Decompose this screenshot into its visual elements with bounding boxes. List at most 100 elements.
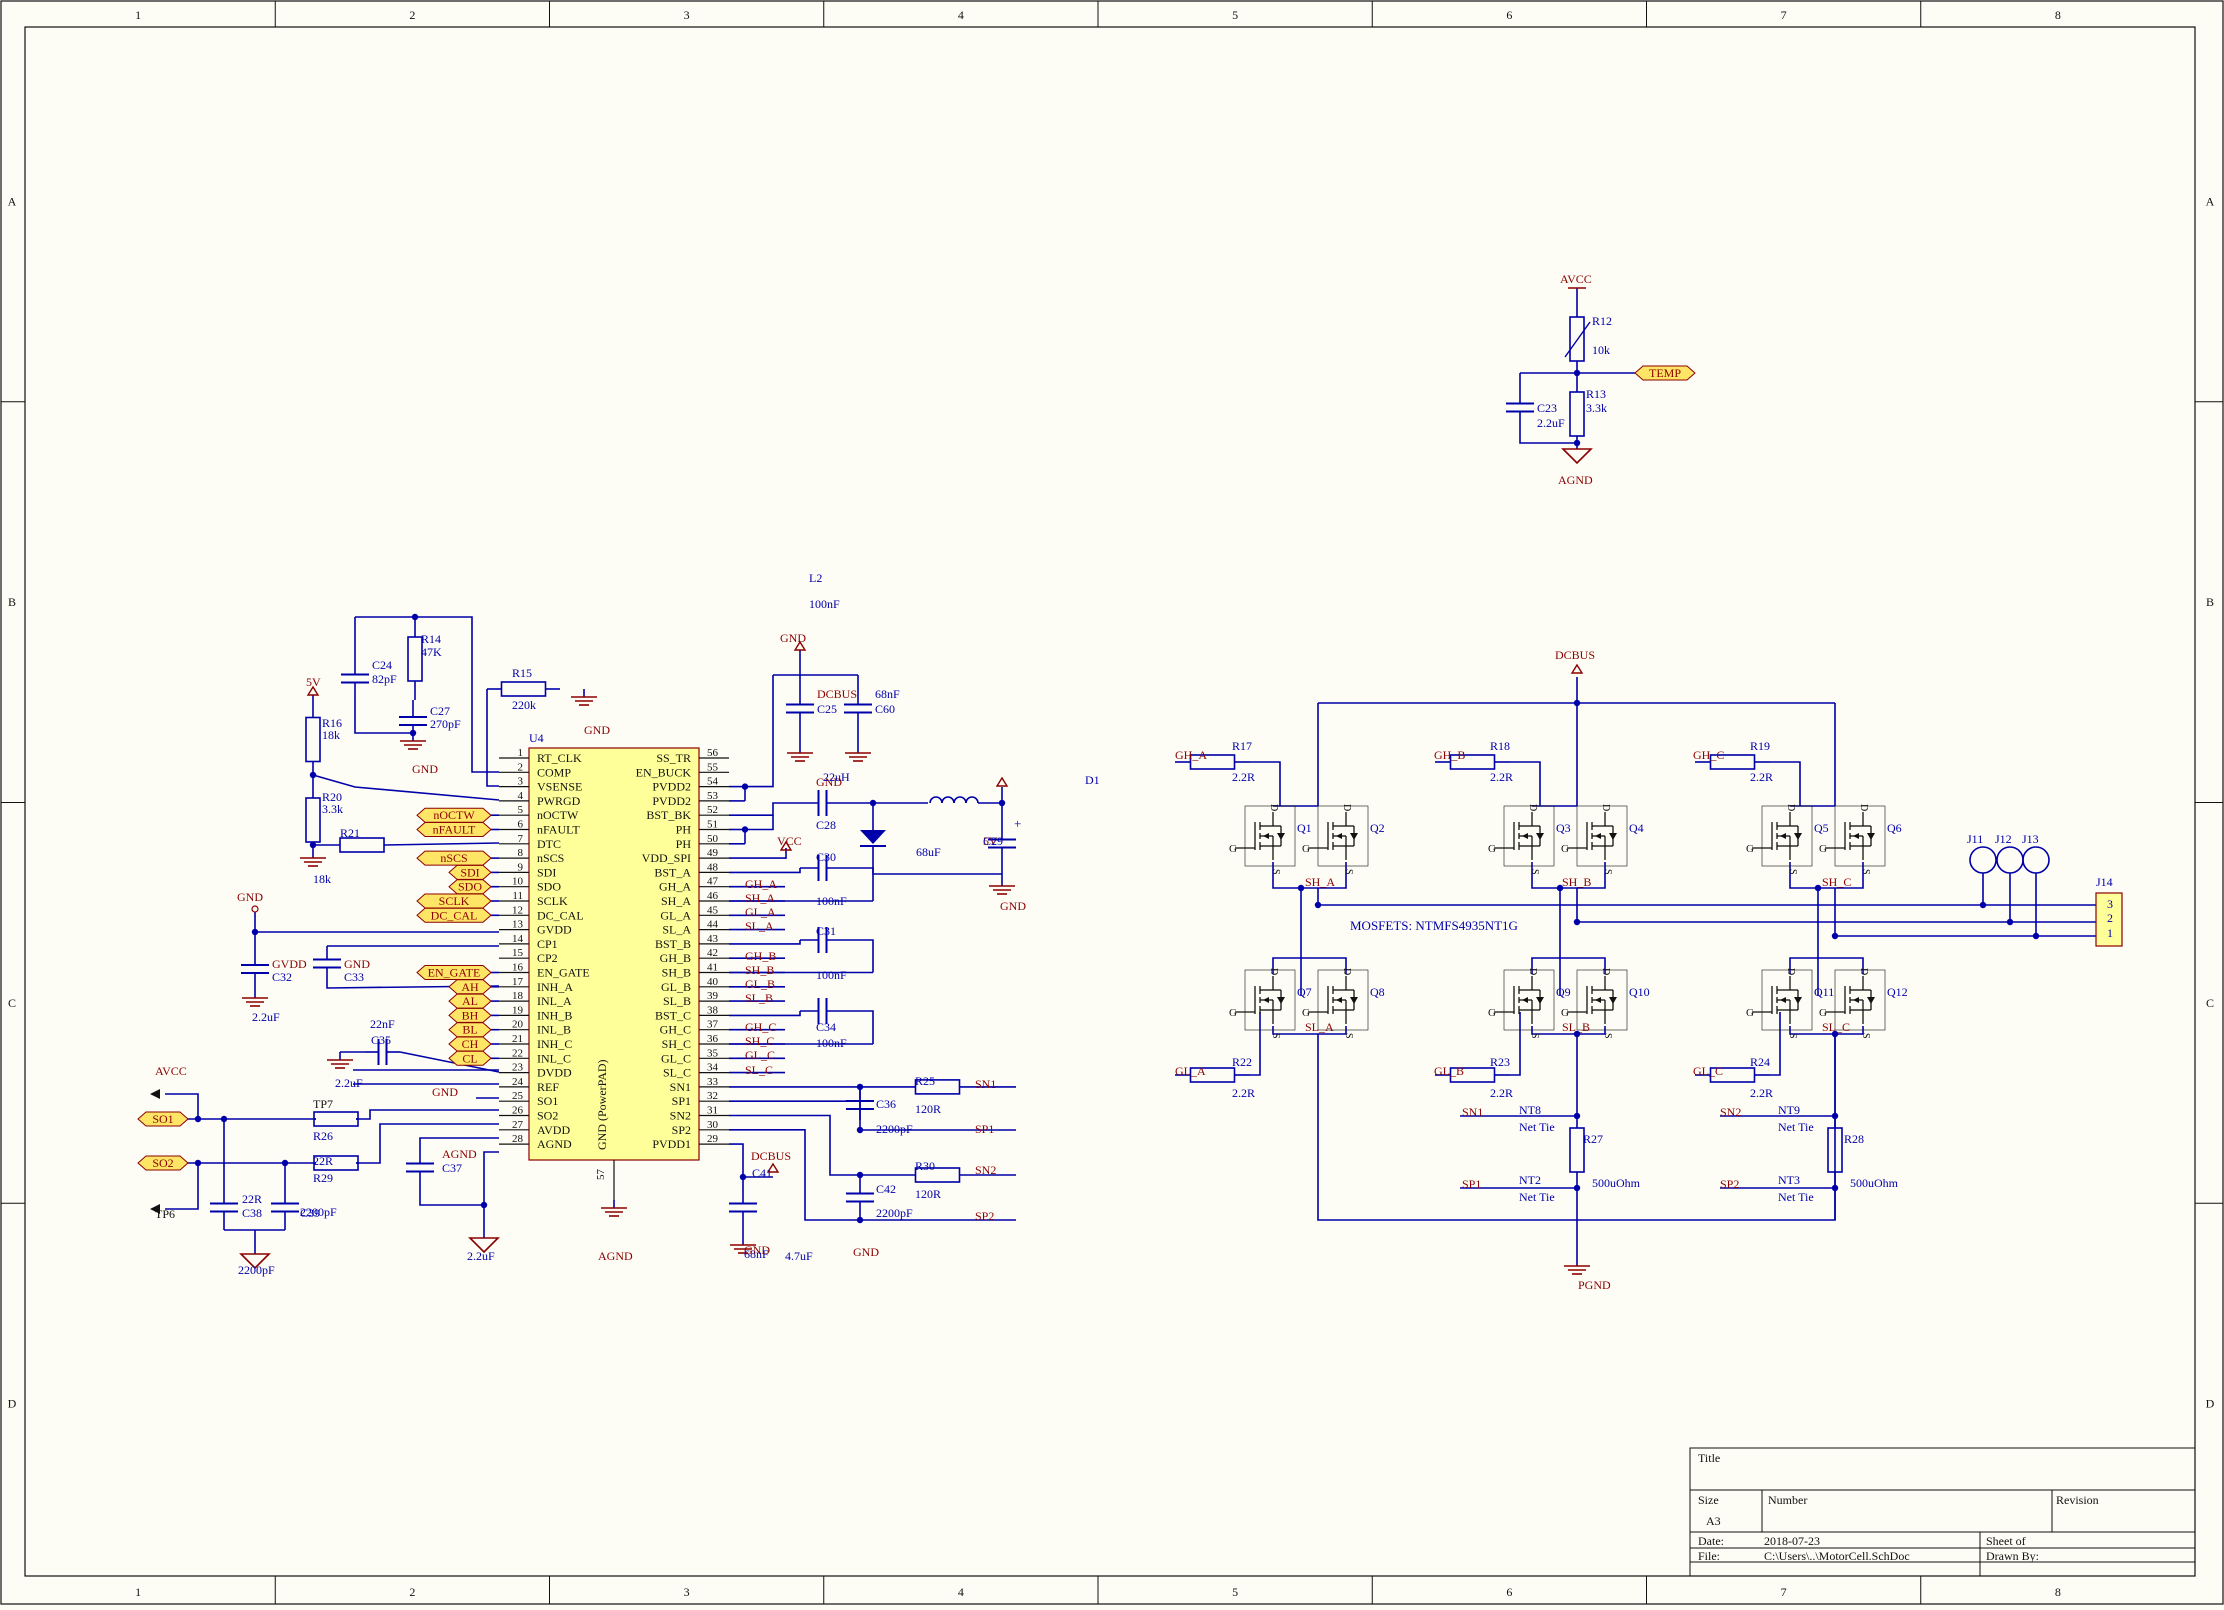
- mosfet-pin-d: D: [1268, 968, 1279, 975]
- ic-pin-number: 48: [707, 861, 719, 873]
- label-68uf: 68uF: [916, 845, 941, 859]
- label-gh-c: GH_C: [1693, 748, 1724, 762]
- junction-dot: [1556, 884, 1564, 892]
- file-value: C:\Users\..\MotorCell.SchDoc: [1764, 1549, 1910, 1563]
- label-220k: 220k: [512, 698, 536, 712]
- ic-pin-name: SO2: [537, 1109, 558, 1123]
- ic-pin-number: 46: [707, 890, 719, 902]
- label-r23: R23: [1490, 1055, 1510, 1069]
- label-r19: R19: [1750, 739, 1770, 753]
- zone-column-label: 5: [1232, 1585, 1238, 1599]
- zone-column-label: 4: [958, 1585, 964, 1599]
- port-ch-label: CH: [462, 1037, 479, 1051]
- label-2200pf: 2200pF: [238, 1263, 275, 1277]
- label-sh-a: SH_A: [1305, 875, 1335, 889]
- label-c35: C35: [371, 1033, 391, 1047]
- mosfet-pin-s: S: [1787, 1033, 1798, 1039]
- label-r12: R12: [1592, 314, 1612, 328]
- label-gnd: GND: [412, 762, 438, 776]
- port-bh-label: BH: [462, 1008, 479, 1022]
- ic-pin-name: SCLK: [537, 894, 568, 908]
- label-sl-a: SL_A: [745, 919, 774, 933]
- ic-pin-number: 12: [512, 904, 523, 916]
- size-label: Size: [1698, 1493, 1719, 1507]
- label-2-2r: 2.2R: [1232, 770, 1255, 784]
- label-nt2: NT2: [1519, 1173, 1541, 1187]
- label-c31: C31: [816, 924, 836, 938]
- zone-column-label: 8: [2055, 8, 2061, 22]
- ic-pin-name: DC_CAL: [537, 908, 584, 922]
- zone-column-label: 7: [1781, 8, 1787, 22]
- mosfet-designator: Q3: [1556, 821, 1571, 835]
- mosfet-pin-g: G: [1819, 1007, 1827, 1019]
- ic-pin-number: 23: [512, 1062, 524, 1074]
- label-18k: 18k: [313, 872, 331, 886]
- label-sp2: SP2: [1720, 1177, 1739, 1191]
- label-gl-a: GL_A: [745, 905, 776, 919]
- label-gvdd: GVDD: [272, 957, 307, 971]
- label-gnd: GND: [1000, 899, 1026, 913]
- label-2-2r: 2.2R: [1490, 770, 1513, 784]
- label-net-tie: Net Tie: [1778, 1120, 1814, 1134]
- mosfet-pin-d: D: [1527, 968, 1538, 975]
- ic-pin-number: 52: [707, 804, 718, 816]
- mosfet-pin-g: G: [1746, 843, 1754, 855]
- ic-pin-name: AVDD: [537, 1123, 570, 1137]
- ic-pin-number: 9: [518, 861, 524, 873]
- ic-pin-number: 38: [707, 1004, 719, 1016]
- label-47k: 47K: [421, 645, 442, 659]
- label-3-3k: 3.3k: [1586, 401, 1607, 415]
- label-j11: J11: [1967, 832, 1983, 846]
- ic-pin-number: 33: [707, 1076, 719, 1088]
- label-2-2uf: 2.2uF: [252, 1010, 280, 1024]
- junction-dot: [480, 1201, 488, 1209]
- ic-pin-name: CP1: [537, 937, 558, 951]
- port-al-label: AL: [462, 994, 478, 1008]
- label-2-2r: 2.2R: [1232, 1086, 1255, 1100]
- label-22r: 22R: [313, 1154, 333, 1168]
- junction-dot: [1831, 932, 1839, 940]
- junction-dot: [856, 1126, 864, 1134]
- mosfet-designator: Q2: [1370, 821, 1385, 835]
- junction-dot: [869, 799, 877, 807]
- label-gh-a: GH_A: [745, 877, 777, 891]
- junction-dot: [411, 613, 419, 621]
- label-2200pf: 2200pF: [876, 1122, 913, 1136]
- label-c37: C37: [442, 1161, 462, 1175]
- ic-pin-number: 1: [518, 747, 524, 759]
- port-dc-cal-label: DC_CAL: [431, 908, 478, 922]
- mosfet-designator: Q5: [1814, 821, 1829, 835]
- ic-u4: U4 GND (PowerPAD) 1 RT_CLK 2 COMP 3 VSENSE 4 PWRG…: [499, 731, 729, 1200]
- label-gl-b: GL_B: [1434, 1064, 1464, 1078]
- label-tp7: TP7: [313, 1097, 333, 1111]
- label-net-tie: Net Tie: [1519, 1120, 1555, 1134]
- ic-pin-number: 34: [707, 1062, 719, 1074]
- label-gl-c: GL_C: [1693, 1064, 1723, 1078]
- mosfet-pin-g: G: [1229, 843, 1237, 855]
- ic-pin-name: GL_C: [661, 1051, 691, 1065]
- mosfet-pin-g: G: [1561, 1007, 1569, 1019]
- zone-row-label: A: [8, 194, 17, 208]
- label-500uohm: 500uOhm: [1592, 1176, 1641, 1190]
- ic-pin-number: 42: [707, 947, 718, 959]
- label-l2: L2: [809, 571, 822, 585]
- junction-dot: [1979, 901, 1987, 909]
- label-r13: R13: [1586, 387, 1606, 401]
- junction-dot: [741, 783, 749, 790]
- mosfet-pin-s: S: [1860, 1033, 1871, 1039]
- sheet-label: Sheet of: [1986, 1534, 2026, 1548]
- label-gnd: GND: [432, 1085, 458, 1099]
- label-r27: R27: [1583, 1132, 1603, 1146]
- label-gnd: GND: [853, 1245, 879, 1259]
- ic-pin-number: 30: [707, 1119, 719, 1131]
- mosfet-designator: Q11: [1814, 985, 1834, 999]
- port-cl-label: CL: [462, 1051, 477, 1065]
- label-2-2uf: 2.2uF: [335, 1076, 363, 1090]
- junction-dot: [1573, 699, 1581, 707]
- label-500uohm: 500uOhm: [1850, 1176, 1899, 1190]
- mosfet-pin-s: S: [1860, 869, 1871, 875]
- mosfet-pin-d: D: [1858, 968, 1869, 975]
- ic-pin-name: SN1: [670, 1080, 691, 1094]
- junction-dot: [1314, 901, 1322, 909]
- junction-dot: [1831, 1184, 1839, 1192]
